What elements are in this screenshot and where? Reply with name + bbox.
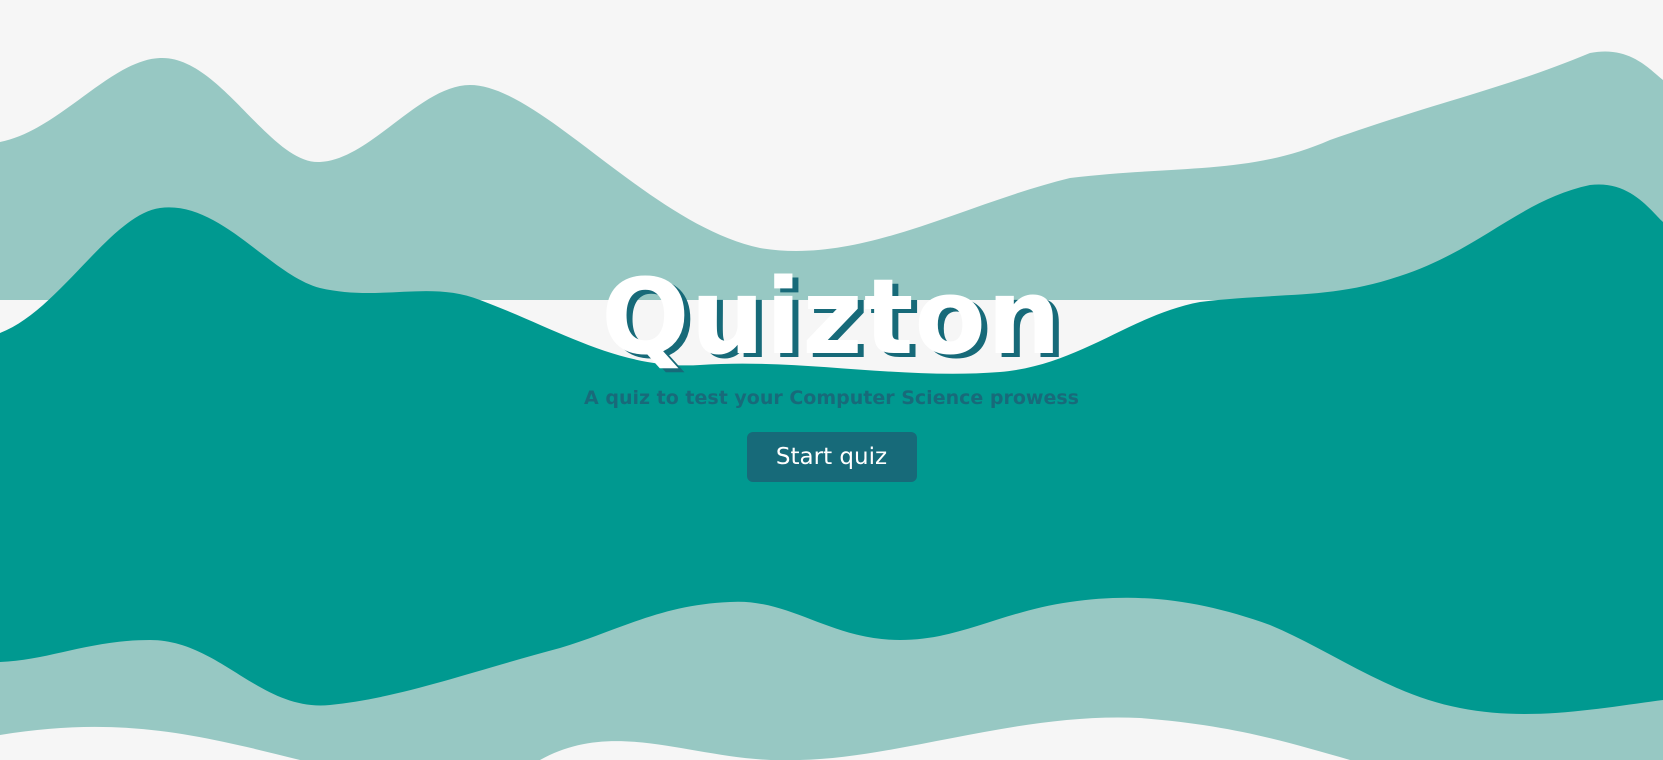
app-subtitle: A quiz to test your Computer Science pro… [584,387,1079,409]
landing-page: Quizton A quiz to test your Computer Sci… [0,0,1663,760]
start-quiz-button[interactable]: Start quiz [746,432,917,482]
hero-section: Quizton A quiz to test your Computer Sci… [0,258,1663,482]
app-title: Quizton [601,256,1062,378]
